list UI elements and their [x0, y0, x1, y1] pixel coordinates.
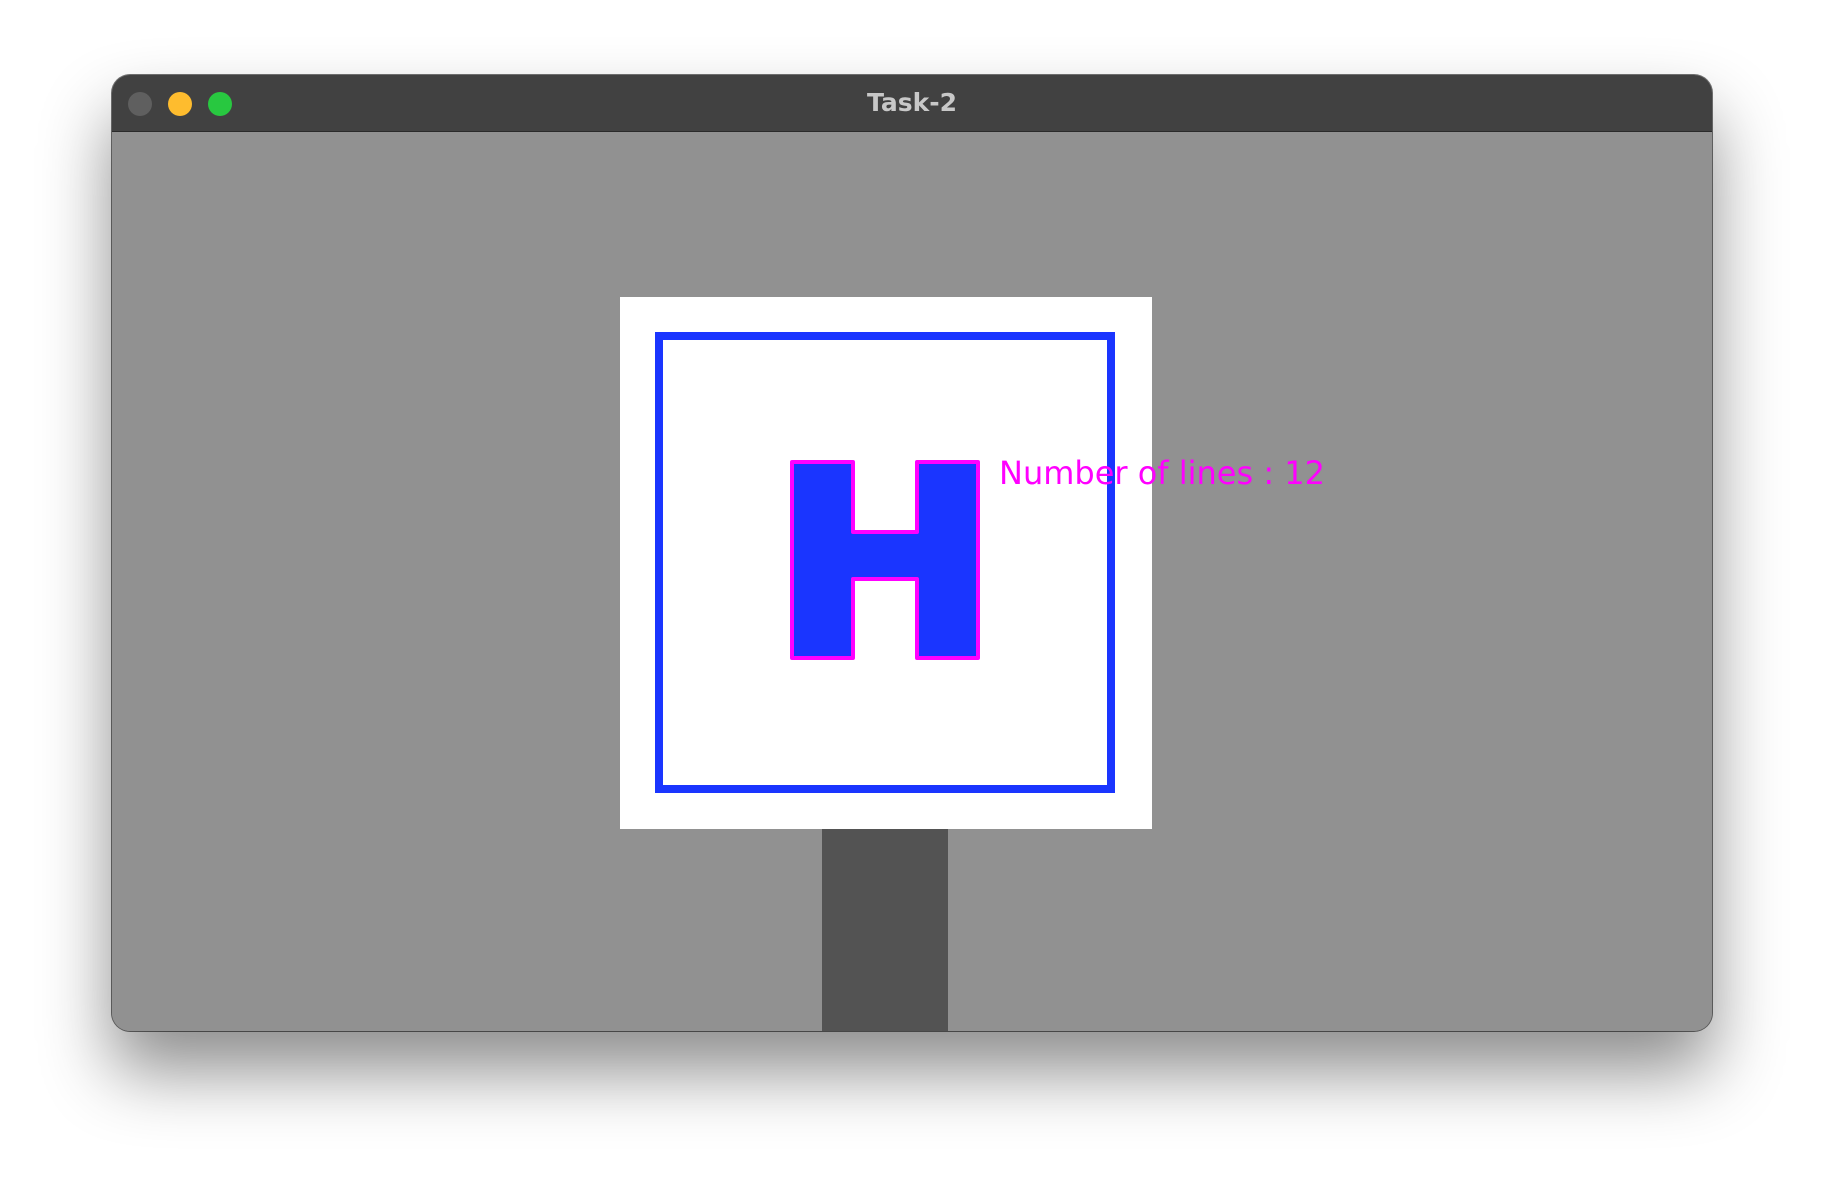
image-canvas: Number of lines : 12 — [112, 132, 1712, 1031]
title-bar[interactable]: Task-2 — [112, 75, 1712, 132]
line-count-text: Number of lines : 12 — [999, 454, 1325, 492]
app-window: Task-2 Number of lines : 12 — [112, 75, 1712, 1031]
window-title: Task-2 — [867, 88, 957, 117]
image-display: Number of lines : 12 — [620, 297, 1325, 1031]
